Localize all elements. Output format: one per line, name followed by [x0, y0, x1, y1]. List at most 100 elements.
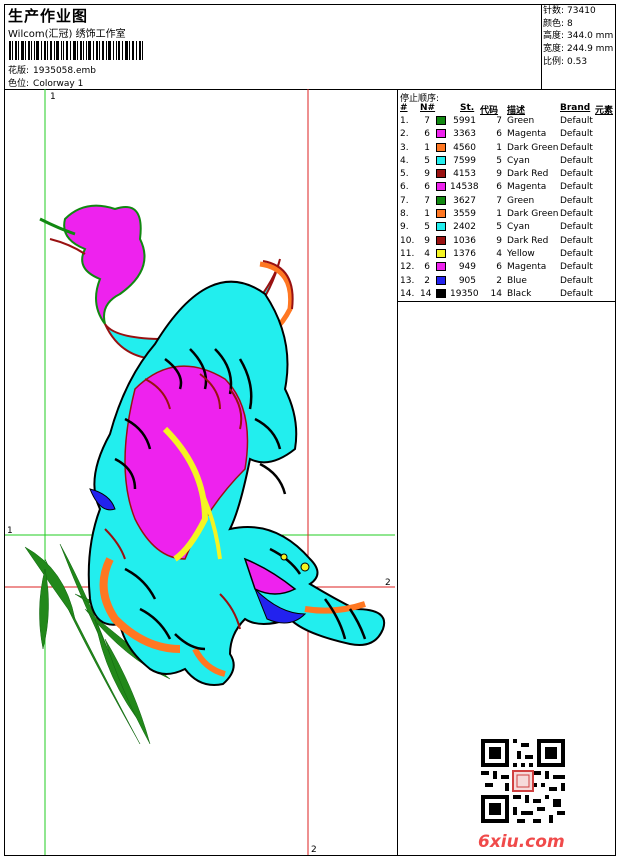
color-swatch — [436, 209, 446, 219]
header-code: 代码 — [480, 106, 499, 116]
sheet-subtitle: Wilcom(汇冠) 绣饰工作室 — [8, 29, 126, 40]
row-stitches: 19350 — [450, 288, 479, 299]
row-stitches: 1376 — [453, 248, 476, 259]
stat-colors: 颜色: 8 — [543, 18, 573, 29]
table-row: 10. 9 1036 9 Dark Red Default — [400, 235, 614, 249]
row-index: 4. — [400, 155, 409, 166]
color-swatch — [436, 182, 446, 192]
row-brand: Default — [560, 288, 593, 299]
row-index: 14. — [400, 288, 415, 299]
row-stitches: 4153 — [453, 169, 476, 180]
row-brand: Default — [560, 129, 593, 140]
row-description: Dark Red — [507, 169, 549, 180]
row-description: Cyan — [507, 222, 530, 233]
row-code: 6 — [496, 262, 502, 273]
row-code: 6 — [496, 182, 502, 193]
header-divider — [541, 5, 542, 89]
row-stitches: 7599 — [453, 155, 476, 166]
sheet-title: 生产作业图 — [8, 7, 89, 25]
row-brand: Default — [560, 209, 593, 220]
row-needle: 7 — [424, 116, 430, 126]
row-needle: 6 — [424, 182, 430, 193]
row-index: 13. — [400, 275, 415, 286]
table-row: 2. 6 3363 6 Magenta Default — [400, 129, 614, 142]
color-swatch — [436, 155, 446, 165]
row-description: Dark Green — [507, 142, 559, 153]
row-description: Blue — [507, 275, 527, 286]
row-stitches: 3363 — [453, 129, 476, 140]
header-stitches: St. — [460, 103, 475, 113]
design-preview: 1 1 2 2 — [5, 89, 395, 855]
color-swatch — [436, 222, 446, 232]
row-index: 5. — [400, 169, 409, 180]
table-row: 5. 9 4153 9 Dark Red Default — [400, 169, 614, 182]
row-brand: Default — [560, 262, 593, 273]
row-description: Magenta — [507, 262, 547, 273]
color-swatch — [436, 248, 446, 258]
row-index: 8. — [400, 209, 409, 220]
row-description: Green — [507, 195, 535, 206]
color-swatch — [436, 262, 446, 272]
table-row: 6. 6 14538 6 Magenta Default — [400, 182, 614, 195]
row-needle: 1 — [424, 209, 430, 220]
watermark-text: 6xiu.com — [478, 832, 565, 852]
row-description: Yellow — [507, 248, 535, 259]
guide-label-v1: 1 — [50, 92, 56, 102]
row-code: 4 — [496, 248, 502, 259]
header-index: # — [400, 103, 408, 113]
row-description: Magenta — [507, 129, 547, 140]
row-stitches: 949 — [458, 262, 476, 273]
table-row: 4. 5 7599 5 Cyan Default — [400, 155, 614, 169]
table-row: 14. 14 19350 14 Black Default — [400, 288, 614, 302]
table-row: 9. 5 2402 5 Cyan Default — [400, 222, 614, 235]
barcode-icon — [9, 41, 143, 60]
qr-code-icon — [481, 739, 565, 823]
design-file-row: 花版: 1935058.emb — [8, 63, 96, 76]
row-brand: Default — [560, 182, 593, 193]
row-brand: Default — [560, 142, 593, 153]
row-needle: 6 — [424, 262, 430, 273]
row-stitches: 5991 — [453, 116, 476, 126]
row-description: Magenta — [507, 182, 547, 193]
stat-width: 宽度: 244.9 mm — [543, 44, 614, 55]
stat-scale: 比例: 0.53 — [543, 56, 588, 67]
row-index: 12. — [400, 262, 415, 273]
row-stitches: 3627 — [453, 195, 476, 206]
row-index: 9. — [400, 222, 409, 233]
design-file-value: 1935058.emb — [33, 66, 97, 76]
row-description: Black — [507, 288, 532, 299]
row-description: Dark Green — [507, 209, 559, 220]
header-brand: Brand — [560, 103, 591, 113]
row-stitches: 4560 — [453, 142, 476, 153]
header-description: 描述 — [507, 106, 526, 116]
row-stitches: 3559 — [453, 209, 476, 220]
row-code: 9 — [496, 169, 502, 180]
row-needle: 5 — [424, 155, 430, 166]
table-row: 3. 1 4560 1 Dark Green Default — [400, 142, 614, 156]
row-needle: 5 — [424, 222, 430, 233]
row-code: 1 — [496, 142, 502, 153]
table-row: 12. 6 949 6 Magenta Default — [400, 262, 614, 275]
stat-stitches: 针数: 73410 — [543, 6, 596, 16]
row-needle: 6 — [424, 129, 430, 140]
row-index: 11. — [400, 248, 415, 259]
table-row: 7. 7 3627 7 Green Default — [400, 195, 614, 209]
row-index: 7. — [400, 195, 409, 206]
row-brand: Default — [560, 116, 593, 126]
header-needle: N# — [420, 103, 436, 113]
row-index: 2. — [400, 129, 409, 140]
table-row: 13. 2 905 2 Blue Default — [400, 275, 614, 289]
color-swatch — [436, 195, 446, 205]
color-swatch — [436, 169, 446, 179]
row-needle: 2 — [424, 275, 430, 286]
stat-height: 高度: 344.0 mm — [543, 31, 614, 42]
row-brand: Default — [560, 155, 593, 166]
row-needle: 14 — [420, 288, 432, 299]
row-code: 2 — [496, 275, 502, 286]
color-swatch — [436, 288, 446, 298]
stop-sequence-header: # N# St. 代码 描述 Brand 元素 — [400, 103, 614, 116]
guide-label-h2: 2 — [385, 578, 391, 588]
table-row: 11. 4 1376 4 Yellow Default — [400, 248, 614, 262]
table-row: 1. 7 5991 7 Green Default — [400, 116, 614, 129]
row-code: 5 — [496, 155, 502, 166]
